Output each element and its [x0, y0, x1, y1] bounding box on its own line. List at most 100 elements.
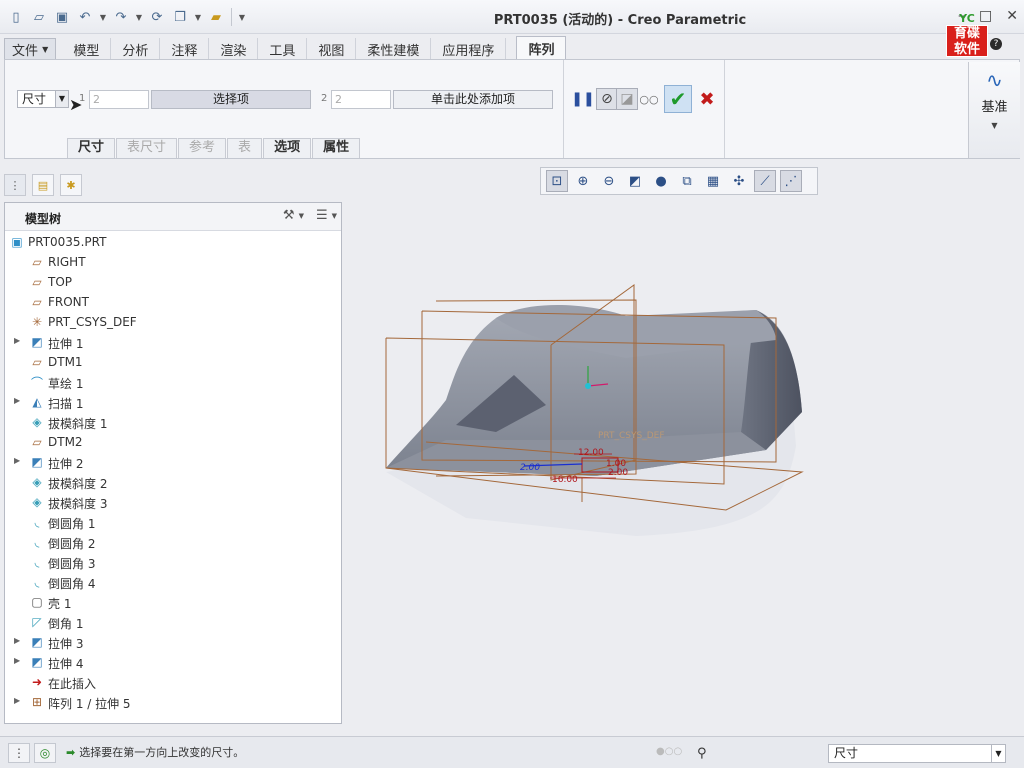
tab-flexible-modeling[interactable]: 柔性建模 — [356, 38, 432, 60]
pattern-type-select[interactable]: 尺寸 ▼ — [17, 90, 69, 108]
tree-item[interactable]: ▶ ⊞ 阵列 1 / 拉伸 5 — [5, 692, 341, 712]
ok-button[interactable]: ✔ — [664, 85, 692, 113]
cancel-button[interactable]: ✖ — [696, 88, 718, 110]
dim-value-4[interactable]: 2.00 — [608, 468, 628, 478]
tab-view[interactable]: 视图 — [307, 38, 357, 60]
tree-item[interactable]: ▱ RIGHT — [5, 252, 341, 272]
pause-icon[interactable]: ❚❚ — [571, 88, 594, 110]
tab-pattern[interactable]: 阵列 — [516, 36, 567, 60]
direction-1-collector[interactable]: 选择项 — [151, 90, 311, 109]
model-tree-tab-icon[interactable]: ⋮ — [4, 174, 26, 196]
expand-arrow-icon[interactable]: ▶ — [14, 396, 20, 405]
tree-item[interactable]: ◟ 倒圆角 1 — [5, 512, 341, 532]
find-icon[interactable]: ⚲ — [697, 746, 707, 761]
tree-item[interactable]: ▱ DTM2 — [5, 432, 341, 452]
tree-item[interactable]: ▶ ◩ 拉伸 1 — [5, 332, 341, 352]
regenerate-icon[interactable]: ⟳ — [147, 7, 167, 27]
expand-arrow-icon[interactable]: ▶ — [14, 336, 20, 345]
direction-1-count-input[interactable]: 2 — [89, 90, 149, 109]
browser-toggle-icon[interactable]: ◎ — [34, 743, 56, 763]
verify-mode-icon[interactable]: ○○ — [638, 88, 660, 110]
selection-filter-select[interactable]: 尺寸 ▼ — [828, 744, 1006, 763]
subtab-dimensions[interactable]: 尺寸 — [67, 138, 116, 158]
dim-value-1[interactable]: 12.00 — [578, 448, 604, 458]
new-icon[interactable]: ▯ — [6, 7, 26, 27]
tree-item[interactable]: ◈ 拔模斜度 2 — [5, 472, 341, 492]
annotation-display-icon[interactable]: ⋰ — [780, 170, 802, 192]
saved-views-icon[interactable]: ⧉ — [676, 170, 698, 192]
zoom-in-icon[interactable]: ⊕ — [572, 170, 594, 192]
subtab-properties[interactable]: 属性 — [312, 138, 361, 158]
tree-item[interactable]: ▶ ◩ 拉伸 2 — [5, 452, 341, 472]
customize-qat-icon[interactable]: ▼ — [237, 7, 247, 27]
windows-icon[interactable]: ❐ — [170, 7, 190, 27]
chevron-down-icon[interactable]: ▼ — [98, 7, 108, 27]
tree-item[interactable]: ▶ ◩ 拉伸 4 — [5, 652, 341, 672]
graphics-viewport[interactable]: PRT_CSYS_DEF 12.00 16.00 1.00 2.00 2.00 — [346, 200, 1020, 730]
dim-value-5[interactable]: 2.00 — [520, 463, 540, 473]
show-icon[interactable]: ☰ — [316, 208, 328, 223]
expand-arrow-icon[interactable]: ▶ — [14, 656, 20, 665]
tab-render[interactable]: 渲染 — [209, 38, 259, 60]
tree-item[interactable]: ◈ 拔模斜度 1 — [5, 412, 341, 432]
tree-item[interactable]: ⌒ 草绘 1 — [5, 372, 341, 392]
chevron-down-icon[interactable]: ▼ — [55, 91, 68, 107]
tree-item[interactable]: ▣ PRT0035.PRT — [5, 232, 341, 252]
tab-file[interactable]: 文件 ▼ — [4, 38, 57, 60]
separator — [231, 8, 232, 26]
tab-applications[interactable]: 应用程序 — [431, 38, 507, 60]
close-icon[interactable]: ✕ — [1006, 8, 1018, 24]
repaint-icon[interactable]: ◩ — [624, 170, 646, 192]
chevron-down-icon[interactable]: ▼ — [991, 745, 1005, 762]
tab-model[interactable]: 模型 — [62, 38, 112, 60]
chevron-down-icon[interactable]: ▼ — [332, 212, 337, 220]
preview-icon[interactable]: ◪ — [616, 88, 638, 110]
chevron-down-icon[interactable]: ▼ — [299, 212, 304, 220]
sketch-icon: ⌒ — [30, 375, 43, 390]
tree-item[interactable]: ✳ PRT_CSYS_DEF — [5, 312, 341, 332]
tab-analysis[interactable]: 分析 — [111, 38, 161, 60]
chevron-down-icon[interactable]: ▼ — [193, 7, 203, 27]
perspective-icon[interactable]: ✣ — [728, 170, 750, 192]
settings-icon[interactable]: ⚒ — [283, 208, 295, 223]
favorites-icon[interactable]: ✱ — [60, 174, 82, 196]
tree-item[interactable]: ▶ ◩ 拉伸 3 — [5, 632, 341, 652]
subtab-options[interactable]: 选项 — [263, 138, 312, 158]
tree-item[interactable]: ◟ 倒圆角 4 — [5, 572, 341, 592]
refit-icon[interactable]: ⊡ — [546, 170, 568, 192]
view-manager-icon[interactable]: ▦ — [702, 170, 724, 192]
quick-access-toolbar: ▯ ▱ ▣ ↶ ▼ ↷ ▼ ⟳ ❐ ▼ ▰ ▼ — [6, 7, 247, 27]
direction-2-collector[interactable]: 单击此处添加项 — [393, 90, 553, 109]
tree-item[interactable]: ▱ TOP — [5, 272, 341, 292]
open-icon[interactable]: ▱ — [29, 7, 49, 27]
datum-button[interactable]: ∿ 基准 ▼ — [968, 62, 1020, 158]
tree-item[interactable]: ◸ 倒角 1 — [5, 612, 341, 632]
tree-item[interactable]: ▱ DTM1 — [5, 352, 341, 372]
redo-icon[interactable]: ↷ — [111, 7, 131, 27]
undo-icon[interactable]: ↶ — [75, 7, 95, 27]
tree-item[interactable]: ▢ 壳 1 — [5, 592, 341, 612]
display-style-icon[interactable]: ● — [650, 170, 672, 192]
save-icon[interactable]: ▣ — [52, 7, 72, 27]
tree-item[interactable]: ▶ ◭ 扫描 1 — [5, 392, 341, 412]
tab-tools[interactable]: 工具 — [258, 38, 308, 60]
tab-annotate[interactable]: 注释 — [160, 38, 210, 60]
navigator-toggle-icon[interactable]: ⋮ — [8, 743, 30, 763]
expand-arrow-icon[interactable]: ▶ — [14, 696, 20, 705]
expand-arrow-icon[interactable]: ▶ — [14, 456, 20, 465]
csys-label[interactable]: PRT_CSYS_DEF — [598, 431, 665, 441]
zoom-out-icon[interactable]: ⊖ — [598, 170, 620, 192]
expand-arrow-icon[interactable]: ▶ — [14, 636, 20, 645]
tree-item[interactable]: ➜ 在此插入 — [5, 672, 341, 692]
folder-browser-icon[interactable]: ▤ — [32, 174, 54, 196]
datum-display-icon[interactable]: ⟋ — [754, 170, 776, 192]
tree-item[interactable]: ◟ 倒圆角 2 — [5, 532, 341, 552]
no-preview-icon[interactable]: ⊘ — [596, 88, 618, 110]
close-window-icon[interactable]: ▰ — [206, 7, 226, 27]
tree-item[interactable]: ◈ 拔模斜度 3 — [5, 492, 341, 512]
direction-2-count-input[interactable]: 2 — [331, 90, 391, 109]
tree-item[interactable]: ▱ FRONT — [5, 292, 341, 312]
chevron-down-icon[interactable]: ▼ — [134, 7, 144, 27]
tree-item[interactable]: ◟ 倒圆角 3 — [5, 552, 341, 572]
dim-value-2[interactable]: 16.00 — [552, 475, 578, 485]
